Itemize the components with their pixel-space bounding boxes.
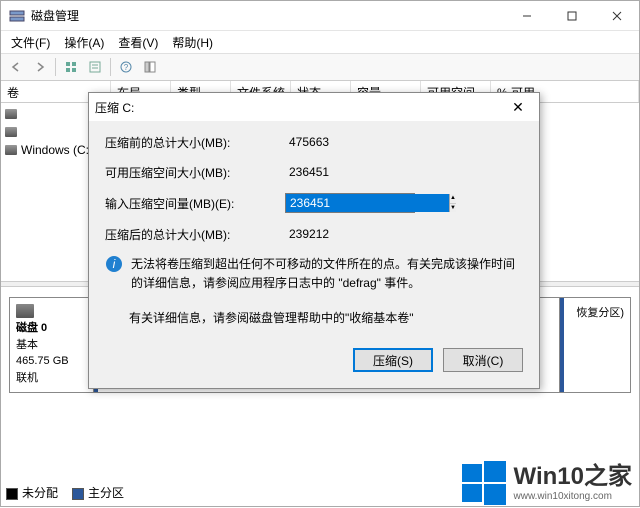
legend-swatch-unallocated [6, 488, 18, 500]
spin-down-button[interactable]: ▼ [450, 204, 456, 213]
windows-logo-icon [462, 461, 506, 505]
back-button[interactable] [5, 56, 27, 78]
total-before-label: 压缩前的总计大小(MB): [105, 134, 285, 151]
svg-text:i: i [113, 257, 116, 271]
menu-view[interactable]: 查看(V) [112, 32, 164, 53]
shrink-available-label: 可用压缩空间大小(MB): [105, 164, 285, 181]
volume-icon [5, 109, 17, 119]
disk-size: 465.75 GB [16, 353, 87, 370]
total-after-label: 压缩后的总计大小(MB): [105, 226, 285, 243]
shrink-button[interactable]: 压缩(S) [353, 348, 433, 372]
cancel-button[interactable]: 取消(C) [443, 348, 523, 372]
shrink-dialog: 压缩 C: ✕ 压缩前的总计大小(MB): 475663 可用压缩空间大小(MB… [88, 92, 540, 389]
dialog-titlebar[interactable]: 压缩 C: ✕ [89, 93, 539, 121]
info-icon: i [105, 255, 123, 273]
watermark-text: Win10之家 [514, 465, 632, 489]
menubar: 文件(F) 操作(A) 查看(V) 帮助(H) [1, 31, 639, 53]
shrink-amount-input[interactable] [286, 194, 449, 212]
maximize-button[interactable] [549, 1, 594, 30]
dialog-close-button[interactable]: ✕ [503, 96, 533, 118]
menu-help[interactable]: 帮助(H) [166, 32, 219, 53]
volume-icon [5, 145, 17, 155]
legend-label-primary: 主分区 [88, 486, 124, 500]
partition-recovery[interactable]: 恢复分区) [560, 298, 630, 392]
svg-text:?: ? [124, 63, 129, 72]
watermark-url: www.win10xitong.com [514, 491, 632, 502]
legend-swatch-primary [72, 488, 84, 500]
total-after-value: 239212 [285, 225, 415, 243]
spin-up-button[interactable]: ▲ [450, 194, 456, 204]
help-text: 有关详细信息，请参阅磁盘管理帮助中的"收缩基本卷" [129, 309, 523, 326]
refresh-icon[interactable] [60, 56, 82, 78]
shrink-amount-input-wrap: ▲ ▼ [285, 193, 415, 213]
menu-action[interactable]: 操作(A) [58, 32, 110, 53]
titlebar: 磁盘管理 [1, 1, 639, 31]
legend: 未分配 主分区 [6, 484, 124, 501]
info-text: 无法将卷压缩到超出任何不可移动的文件所在的点。有关完成该操作时间的详细信息，请参… [131, 255, 523, 293]
window-title: 磁盘管理 [31, 7, 504, 24]
legend-label-unallocated: 未分配 [22, 486, 58, 500]
toolbar: ? [1, 53, 639, 81]
total-before-value: 475663 [285, 133, 415, 151]
window-controls [504, 1, 639, 30]
shrink-available-value: 236451 [285, 163, 415, 181]
disk-label: 磁盘 0 [16, 320, 87, 337]
minimize-button[interactable] [504, 1, 549, 30]
volume-icon [5, 127, 17, 137]
disk-status: 联机 [16, 370, 87, 387]
shrink-amount-label: 输入压缩空间量(MB)(E): [105, 195, 285, 212]
layout-icon[interactable] [139, 56, 161, 78]
forward-button[interactable] [29, 56, 51, 78]
app-icon [9, 8, 25, 24]
disk-icon [16, 304, 34, 318]
close-button[interactable] [594, 1, 639, 30]
help-icon[interactable]: ? [115, 56, 137, 78]
disk-info-panel[interactable]: 磁盘 0 基本 465.75 GB 联机 [9, 297, 94, 393]
properties-icon[interactable] [84, 56, 106, 78]
dialog-title: 压缩 C: [95, 99, 503, 116]
disk-type: 基本 [16, 337, 87, 354]
spin-buttons: ▲ ▼ [449, 194, 456, 212]
info-note: i 无法将卷压缩到超出任何不可移动的文件所在的点。有关完成该操作时间的详细信息，… [105, 255, 523, 293]
watermark: Win10之家 www.win10xitong.com [462, 461, 632, 505]
menu-file[interactable]: 文件(F) [5, 32, 56, 53]
